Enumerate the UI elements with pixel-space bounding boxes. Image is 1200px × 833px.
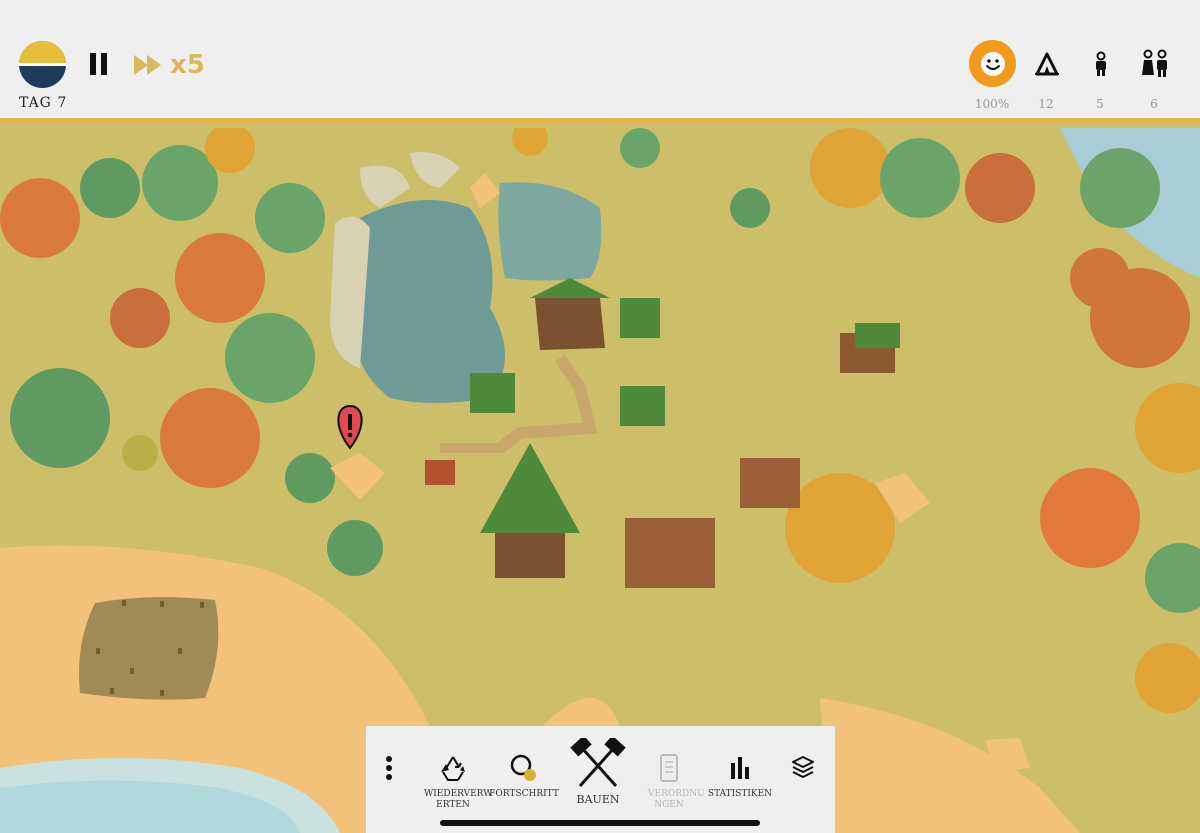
statistics-label: STATISTIKEN [707, 789, 773, 799]
speed-button[interactable]: x5 [134, 50, 214, 80]
statistics-button[interactable]: STATISTIKEN [700, 726, 780, 833]
fast-forward-icon [134, 55, 161, 75]
home-indicator [440, 820, 760, 826]
shelter-value: 12 [1038, 97, 1054, 111]
progress-button[interactable]: FORTSCHRITT [486, 726, 562, 833]
population-value: 5 [1096, 97, 1104, 111]
smiley-face-icon [969, 40, 1016, 87]
progress-label: FORTSCHRITT [489, 789, 559, 799]
person-icon [1077, 40, 1124, 87]
recycle-label: WIEDERVERW ERTEN [424, 789, 493, 810]
pause-button[interactable] [88, 53, 110, 75]
layers-button[interactable] [786, 726, 820, 833]
shelter-stat[interactable]: 12 [1016, 40, 1076, 116]
top-hud: TAG 7 x5 100% 12 5 6 [0, 0, 1200, 123]
bar-chart-icon [700, 746, 780, 790]
build-button[interactable]: BAUEN [562, 726, 634, 833]
crossed-hammers-icon [562, 736, 634, 792]
happiness-stat[interactable]: 100% [962, 40, 1022, 116]
magnifier-progress-icon [486, 746, 562, 790]
couple-icon [1131, 40, 1178, 87]
scroll-decree-icon [634, 746, 704, 790]
day-counter: TAG 7 [19, 95, 68, 111]
menu-button[interactable] [378, 726, 400, 833]
pause-icon [90, 53, 96, 75]
speed-multiplier: x5 [170, 50, 205, 80]
build-label: BAUEN [576, 793, 620, 806]
tent-icon [1023, 40, 1070, 87]
day-night-dial-icon[interactable] [19, 41, 66, 88]
families-value: 6 [1150, 97, 1158, 111]
bottom-toolbar: WIEDERVERW ERTEN FORTSCHRITT BAUEN VEROR… [366, 726, 835, 833]
population-stat[interactable]: 5 [1070, 40, 1130, 116]
decrees-label: VERORDNU NGEN [648, 789, 705, 810]
decrees-button[interactable]: VERORDNU NGEN [634, 726, 705, 833]
more-vertical-icon [378, 746, 400, 790]
happiness-value: 100% [974, 97, 1010, 111]
families-stat[interactable]: 6 [1124, 40, 1184, 116]
recycle-icon [416, 746, 490, 790]
recycle-button[interactable]: WIEDERVERW ERTEN [416, 726, 493, 833]
layers-icon [786, 746, 820, 790]
